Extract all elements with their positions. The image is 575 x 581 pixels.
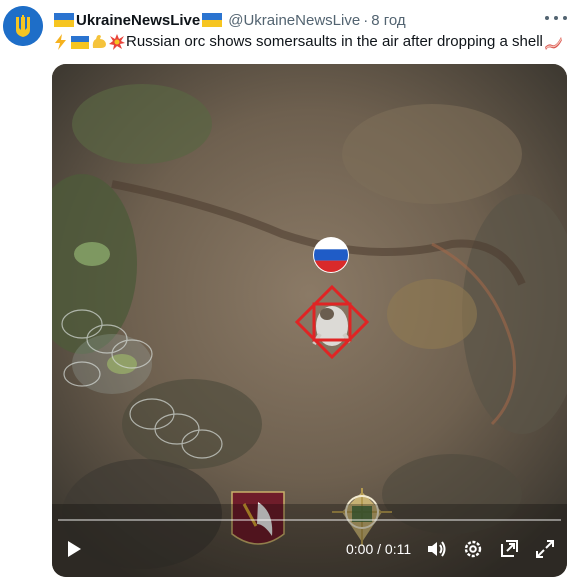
time-readout: 0:00 / 0:11 <box>346 541 411 557</box>
more-options-icon[interactable] <box>545 10 567 26</box>
settings-icon[interactable] <box>462 538 484 560</box>
ukraine-flag-icon <box>54 13 74 27</box>
tweet-header: UkraineNewsLive @UkraineNewsLive · 8 год <box>52 10 406 30</box>
avatar[interactable] <box>3 6 43 46</box>
video-frame <box>52 64 567 577</box>
duration: 0:11 <box>384 541 412 557</box>
fullscreen-icon[interactable] <box>534 538 556 560</box>
ukraine-flag-icon <box>202 13 223 27</box>
collision-emoji <box>109 34 125 50</box>
display-name[interactable]: UkraineNewsLive <box>76 12 200 29</box>
tweet-body-text: Russian orc shows somersaults in the air… <box>126 33 543 50</box>
time-separator: / <box>377 541 382 557</box>
trident-icon <box>3 6 43 46</box>
volume-icon[interactable] <box>425 538 447 560</box>
flexed-biceps-emoji <box>92 35 106 48</box>
video-controls: 0:00 / 0:11 <box>52 517 567 577</box>
progress-bar[interactable] <box>58 519 561 521</box>
bacon-emoji <box>544 37 562 50</box>
separator-dot: · <box>363 11 369 29</box>
timestamp[interactable]: 8 год <box>371 12 405 29</box>
lightning-emoji <box>55 34 66 50</box>
pip-icon[interactable] <box>498 538 520 560</box>
tweet-text: Russian orc shows somersaults in the air… <box>52 33 567 51</box>
video-player[interactable]: 0:00 / 0:11 <box>52 64 567 577</box>
current-time: 0:00 <box>346 541 374 557</box>
ukraine-flag-emoji <box>71 35 89 49</box>
play-icon[interactable] <box>64 539 84 559</box>
user-handle[interactable]: @UkraineNewsLive <box>228 12 360 29</box>
